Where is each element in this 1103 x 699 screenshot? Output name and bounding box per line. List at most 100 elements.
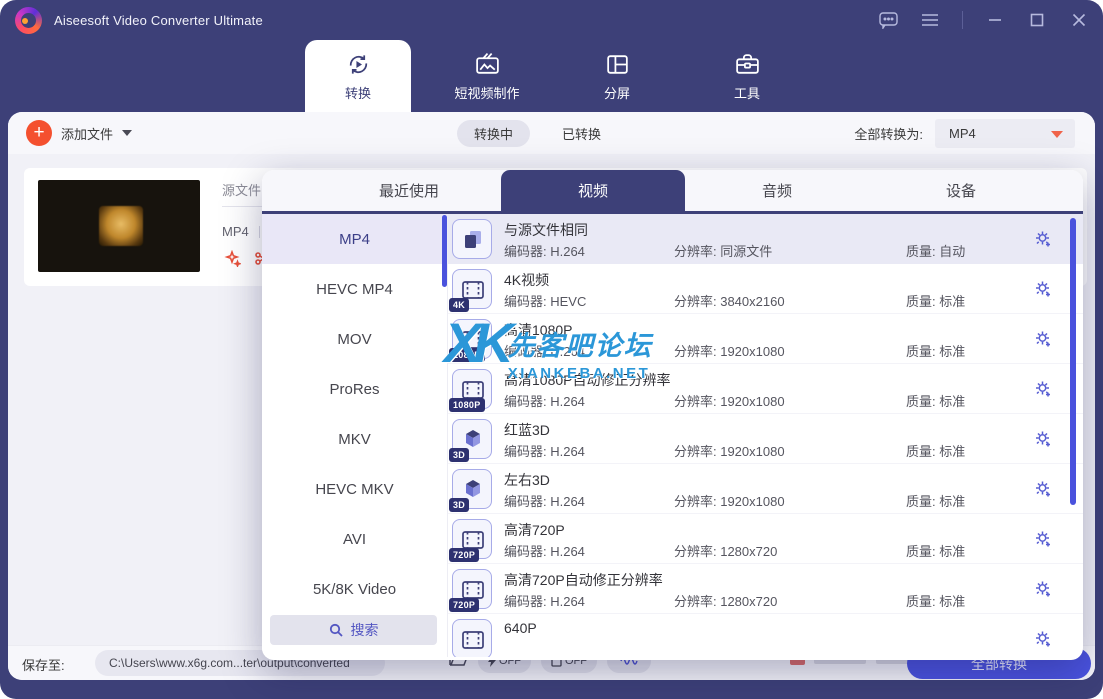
format-badge: 3D xyxy=(449,498,470,512)
format-quality: 质量: 标准 xyxy=(906,544,966,559)
converted-tab[interactable]: 已转换 xyxy=(562,124,601,143)
format-row[interactable]: 3D 左右3D 编码器: H.264 分辨率: 1920x1080 质量: 标准 xyxy=(448,464,1083,514)
search-icon xyxy=(329,623,343,637)
settings-gear-icon[interactable] xyxy=(1033,279,1053,304)
format-title: 红蓝3D xyxy=(504,422,550,438)
format-title: 高清1080P自动修正分辨率 xyxy=(504,372,671,388)
settings-gear-icon[interactable] xyxy=(1033,579,1053,604)
format-sidebar: MP4 HEVC MP4 MOV ProRes MKV HEVC MKV AVI… xyxy=(262,214,448,657)
format-title: 高清1080P xyxy=(504,322,573,338)
format-row[interactable]: 1080P 高清1080P 编码器: H.264 分辨率: 1920x1080 … xyxy=(448,314,1083,364)
format-encoder: 编码器: H.264 xyxy=(504,244,585,259)
format-type-icon: 1080P xyxy=(449,369,492,412)
video-thumbnail xyxy=(38,180,200,272)
sidebar-format-item[interactable]: HEVC MP4 xyxy=(262,264,447,314)
format-encoder: 编码器: H.264 xyxy=(504,544,585,559)
format-resolution: 分辨率: 1920x1080 xyxy=(674,394,785,409)
tab-audio[interactable]: 音频 xyxy=(685,170,869,211)
toolbar: + 添加文件 转换中 已转换 全部转换为: MP4 xyxy=(8,112,1095,154)
tab-recent[interactable]: 最近使用 xyxy=(317,170,501,211)
format-row[interactable]: 4K 4K视频 编码器: HEVC 分辨率: 3840x2160 质量: 标准 xyxy=(448,264,1083,314)
add-file-label: 添加文件 xyxy=(61,126,114,142)
add-file-button[interactable]: + 添加文件 xyxy=(26,112,133,154)
format-title: 左右3D xyxy=(504,472,550,488)
format-title: 640P xyxy=(504,620,537,636)
converting-tab[interactable]: 转换中 xyxy=(457,119,531,147)
tab-convert[interactable]: 转换 xyxy=(305,40,411,112)
tab-device[interactable]: 设备 xyxy=(869,170,1053,211)
sidebar-scrollbar[interactable] xyxy=(442,215,447,287)
format-badge: 720P xyxy=(449,598,480,612)
format-row[interactable]: 720P 高清720P自动修正分辨率 编码器: H.264 分辨率: 1280x… xyxy=(448,564,1083,614)
format-type-icon: 3D xyxy=(449,419,492,462)
format-resolution: 分辨率: 1920x1080 xyxy=(674,344,785,359)
settings-gear-icon[interactable] xyxy=(1033,479,1053,504)
format-category-tabs: 最近使用 视频 音频 设备 xyxy=(262,170,1083,214)
tab-toolbox[interactable]: 工具 xyxy=(690,40,804,112)
tab-label: 工具 xyxy=(733,85,760,101)
format-quality: 质量: 标准 xyxy=(906,494,966,509)
format-resolution: 分辨率: 1280x720 xyxy=(674,594,778,609)
tab-short-video[interactable]: 短视频制作 xyxy=(430,40,544,112)
app-title: Aiseesoft Video Converter Ultimate xyxy=(54,12,263,28)
format-quality: 质量: 自动 xyxy=(906,244,966,259)
sidebar-format-item[interactable]: 5K/8K Video xyxy=(262,564,447,614)
format-type-icon: 3D xyxy=(449,469,492,512)
format-type-icon xyxy=(452,219,492,259)
maximize-button[interactable] xyxy=(1027,10,1047,30)
settings-gear-icon[interactable] xyxy=(1033,629,1053,654)
format-title: 4K视频 xyxy=(504,272,550,288)
sidebar-format-item[interactable]: HEVC MKV xyxy=(262,464,447,514)
format-row[interactable]: 3D 红蓝3D 编码器: H.264 分辨率: 1920x1080 质量: 标准 xyxy=(448,414,1083,464)
format-resolution: 分辨率: 3840x2160 xyxy=(674,294,785,309)
format-resolution: 分辨率: 1920x1080 xyxy=(674,444,785,459)
plus-icon: + xyxy=(26,120,52,146)
format-quality: 质量: 标准 xyxy=(906,294,966,309)
menu-icon[interactable] xyxy=(920,10,940,30)
feedback-icon[interactable] xyxy=(878,10,898,30)
format-picker-panel: 最近使用 视频 音频 设备 MP4 HEVC MP4 MOV ProRes MK… xyxy=(262,170,1083,660)
close-button[interactable] xyxy=(1069,10,1089,30)
settings-gear-icon[interactable] xyxy=(1033,229,1053,254)
output-format-select[interactable]: MP4 xyxy=(935,118,1075,148)
sidebar-format-item[interactable]: AVI xyxy=(262,514,447,564)
sidebar-format-item[interactable]: MKV xyxy=(262,414,447,464)
format-row[interactable]: 与源文件相同 编码器: H.264 分辨率: 同源文件 质量: 自动 xyxy=(448,214,1083,264)
app-logo-icon xyxy=(15,6,42,34)
format-type-icon: 720P xyxy=(449,569,492,612)
format-title: 高清720P自动修正分辨率 xyxy=(504,572,663,588)
settings-gear-icon[interactable] xyxy=(1033,379,1053,404)
format-resolution: 分辨率: 1280x720 xyxy=(674,544,778,559)
tab-label: 短视频制作 xyxy=(454,85,520,101)
list-scrollbar[interactable] xyxy=(1070,218,1076,505)
sidebar-format-item[interactable]: MOV xyxy=(262,314,447,364)
convert-status-segment: 转换中 已转换 xyxy=(457,112,601,154)
sidebar-format-item[interactable]: MP4 xyxy=(262,214,447,264)
format-quality: 质量: 标准 xyxy=(906,394,966,409)
settings-gear-icon[interactable] xyxy=(1033,429,1053,454)
format-encoder: 编码器: H.264 xyxy=(504,594,585,609)
format-row[interactable]: 640P xyxy=(448,614,1083,657)
sidebar-format-item[interactable]: ProRes xyxy=(262,364,447,414)
settings-gear-icon[interactable] xyxy=(1033,329,1053,354)
format-badge: 1080P xyxy=(449,348,485,362)
main-tabbar: 转换 短视频制作 分屏 工具 xyxy=(0,40,1103,112)
format-type-icon: 720P xyxy=(449,519,492,562)
format-encoder: 编码器: H.264 xyxy=(504,394,585,409)
titlebar: Aiseesoft Video Converter Ultimate xyxy=(0,0,1103,40)
format-encoder: 编码器: H.264 xyxy=(504,444,585,459)
format-title: 高清720P xyxy=(504,522,565,538)
tab-split-screen[interactable]: 分屏 xyxy=(560,40,674,112)
source-format-value: MP4 xyxy=(222,224,260,239)
minimize-button[interactable] xyxy=(985,10,1005,30)
format-row[interactable]: 1080P 高清1080P自动修正分辨率 编码器: H.264 分辨率: 192… xyxy=(448,364,1083,414)
format-row[interactable]: 720P 高清720P 编码器: H.264 分辨率: 1280x720 质量:… xyxy=(448,514,1083,564)
format-encoder: 编码器: H.264 xyxy=(504,344,585,359)
effects-star-icon[interactable] xyxy=(224,249,242,272)
tab-video[interactable]: 视频 xyxy=(501,170,685,211)
settings-gear-icon[interactable] xyxy=(1033,529,1053,554)
chevron-down-icon[interactable] xyxy=(122,130,133,136)
convert-all-label: 全部转换为: xyxy=(854,126,923,142)
search-button[interactable]: 搜索 xyxy=(270,615,437,645)
format-badge: 720P xyxy=(449,548,480,562)
